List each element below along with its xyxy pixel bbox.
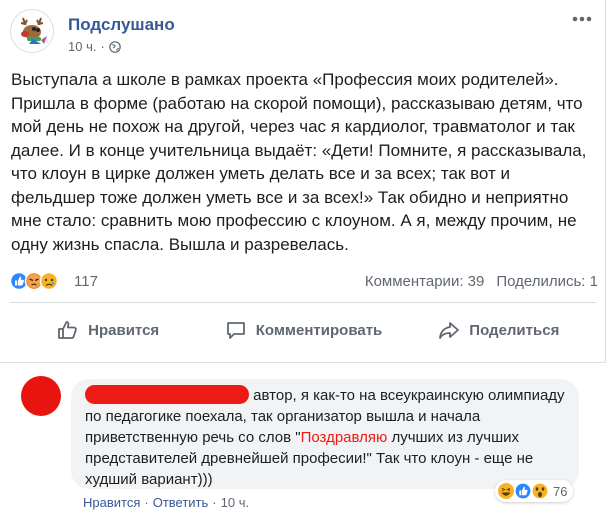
reactions-count[interactable]: 117	[74, 273, 98, 290]
post-actions: Нравится Комментировать Поделиться	[10, 310, 596, 350]
comment-section: автор, я как-то на всеукраинскую олимпиа…	[0, 364, 609, 525]
post-meta: 10 ч. ·	[68, 39, 121, 54]
shares-count-link[interactable]: Поделились: 1	[496, 273, 598, 290]
meta-separator: ·	[100, 39, 105, 54]
comment-icon	[226, 322, 245, 339]
reindeer-icon	[12, 11, 53, 52]
comment-reply-link[interactable]: Ответить	[153, 495, 209, 510]
haha-icon	[498, 483, 514, 499]
comments-count-link[interactable]: Комментарии: 39	[365, 273, 485, 290]
comment-reactions-count: 76	[553, 483, 568, 499]
thumbs-up-icon	[58, 321, 77, 339]
wow-icon	[531, 482, 549, 500]
comment-actions: Нравится · Ответить · 10 ч.	[83, 495, 249, 510]
share-icon	[439, 322, 460, 339]
like-button[interactable]: Нравится	[10, 310, 205, 350]
reactions-summary: 117 Комментарии: 39 Поделились: 1	[10, 270, 598, 294]
post-card: Подслушано 10 ч. · Выступала а школе в р…	[0, 0, 606, 363]
share-button[interactable]: Поделиться	[401, 310, 596, 350]
comment-like-link[interactable]: Нравится	[83, 495, 140, 510]
comment-actions-separator: ·	[212, 495, 217, 510]
post-header: Подслушано 10 ч. ·	[10, 9, 600, 54]
globe-icon[interactable]	[109, 40, 121, 53]
comment-bubble: автор, я как-то на всеукраинскую олимпиа…	[71, 379, 579, 489]
redacted-commenter-name[interactable]	[85, 385, 249, 404]
post-time[interactable]: 10 ч.	[68, 39, 96, 54]
comment-actions-separator: ·	[144, 495, 149, 510]
comment-button[interactable]: Комментировать	[205, 310, 400, 350]
sad-icon	[39, 271, 59, 291]
like-button-label: Нравится	[88, 321, 160, 339]
engagement-stats: Комментарии: 39 Поделились: 1	[365, 273, 598, 290]
post-text: Выступала а школе в рамках проекта «Проф…	[11, 70, 587, 254]
divider	[10, 302, 596, 303]
comment-reactions[interactable]: 76	[495, 480, 574, 502]
page-name[interactable]: Подслушано	[68, 15, 175, 35]
reaction-icons[interactable]	[10, 271, 66, 291]
comment-button-label: Комментировать	[255, 321, 383, 339]
page-avatar[interactable]	[10, 9, 54, 53]
comment-reaction-icons	[498, 482, 549, 500]
commenter-avatar[interactable]	[21, 376, 61, 416]
more-options-icon[interactable]	[570, 14, 594, 24]
comment-highlight: Поздравляю	[300, 429, 388, 446]
like-icon	[514, 482, 532, 500]
comment-time[interactable]: 10 ч.	[221, 495, 249, 510]
share-button-label: Поделиться	[469, 321, 560, 339]
